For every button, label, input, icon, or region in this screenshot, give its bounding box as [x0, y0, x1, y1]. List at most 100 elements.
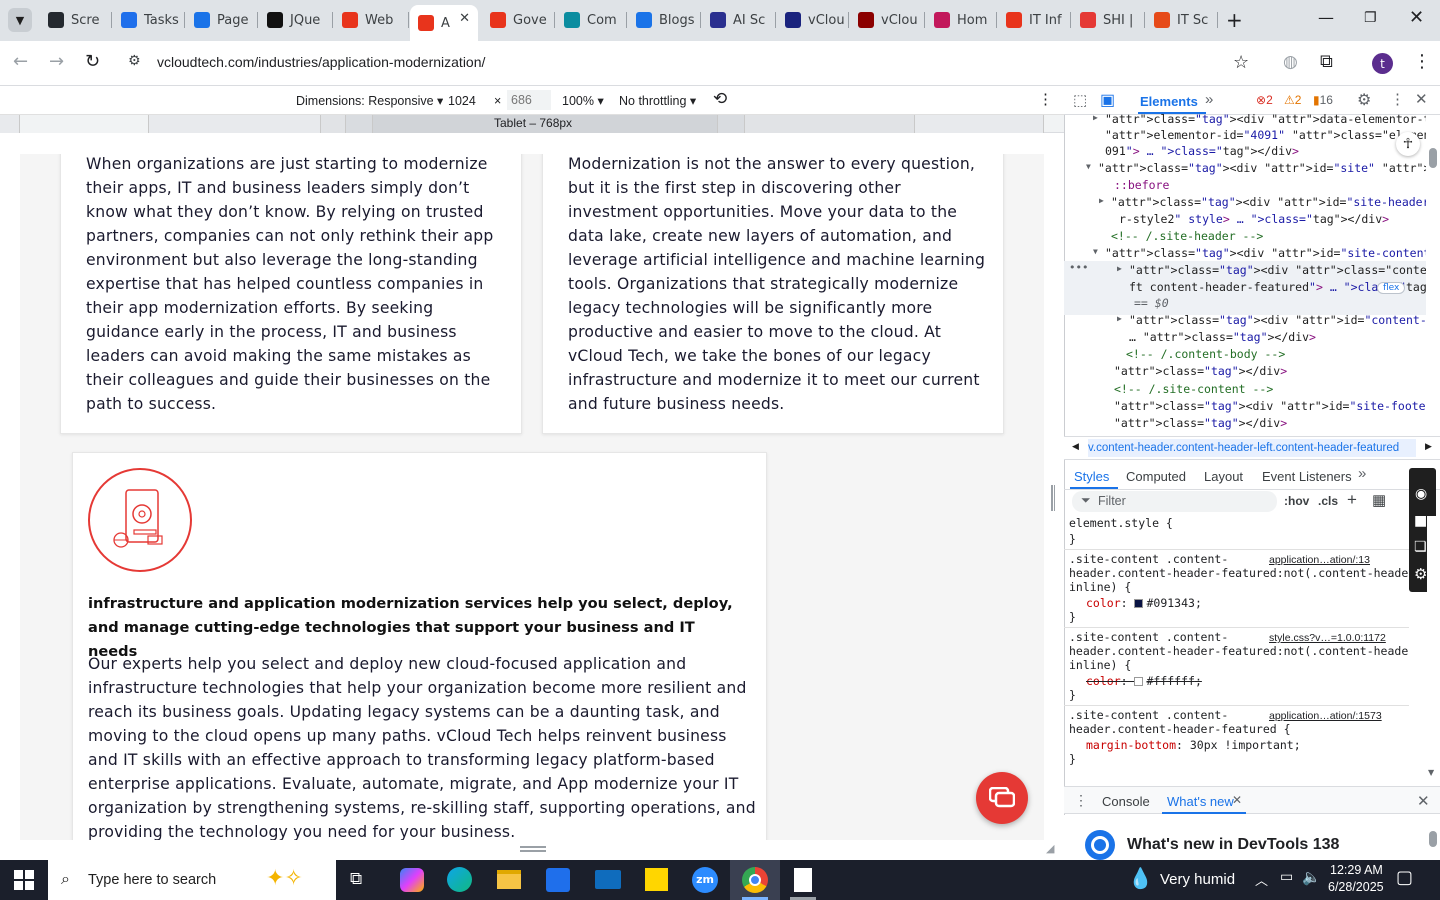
taskbar-search-box[interactable]: ⌕ Type here to search ✦✧ [48, 860, 336, 900]
dom-node-line[interactable]: r-style2" style> … ">class="tag"></div> [1119, 212, 1389, 226]
tab-search-button[interactable]: ▼ [8, 8, 32, 32]
avatar[interactable]: t [1372, 53, 1393, 74]
tab-elements[interactable]: Elements [1140, 94, 1198, 109]
reload-icon[interactable]: ↻ [85, 51, 100, 72]
close-tab-icon[interactable]: ✕ [459, 11, 470, 26]
rule-selector[interactable]: .site-content .content- [1069, 708, 1228, 722]
css-property[interactable]: color [1086, 674, 1121, 688]
split-handle[interactable] [1051, 485, 1055, 511]
close-drawer-icon[interactable]: ✕ [1417, 792, 1430, 810]
browser-tab[interactable]: Com [556, 6, 627, 34]
rule-source-link[interactable]: application…ation/:13 [1269, 554, 1370, 566]
dom-node-line[interactable]: "attr">class="tag"><div "attr">class="co… [1117, 263, 1426, 277]
breadcrumb-path[interactable]: v.content-header.content-header-left.con… [1088, 439, 1416, 457]
expand-arrow-icon[interactable]: ▶ [1117, 314, 1122, 323]
dom-node-line[interactable]: "attr">class="tag"><div "attr">id="site-… [1099, 195, 1426, 209]
tab-layout[interactable]: Layout [1204, 469, 1243, 484]
dom-scrollbar[interactable] [1427, 116, 1439, 434]
camera-icon[interactable]: ◉ [1415, 486, 1427, 502]
tab-console[interactable]: Console [1102, 794, 1150, 809]
expand-arrow-icon[interactable]: ▶ [1099, 196, 1104, 205]
rule-source-link[interactable]: application…ation/:1573 [1269, 710, 1382, 722]
browser-tab[interactable]: SHI | [1072, 6, 1145, 34]
style-declaration[interactable]: color: #091343; [1086, 596, 1202, 610]
browser-tab[interactable]: AI Sc [702, 6, 776, 34]
rule-selector[interactable]: element.style { [1069, 516, 1173, 530]
corner-resize-icon[interactable]: ◢ [1046, 842, 1054, 855]
css-value[interactable]: #091343 [1146, 596, 1194, 610]
dom-node-line[interactable]: "attr">class="tag"><div "attr">id="site-… [1114, 399, 1426, 413]
rule-close[interactable]: } [1069, 752, 1076, 766]
copilot-icon[interactable] [400, 868, 424, 892]
layers-icon[interactable]: ❏ [1414, 539, 1427, 555]
tab-styles[interactable]: Styles [1074, 469, 1109, 484]
zoom-app-icon[interactable]: zm [692, 867, 718, 893]
network-icon[interactable]: ▭ [1280, 869, 1293, 885]
tab-event-listeners[interactable]: Event Listeners [1262, 469, 1352, 484]
chrome-taskbar-icon[interactable] [742, 867, 768, 893]
edge-icon[interactable] [447, 867, 472, 892]
rule-selector[interactable]: inline) { [1069, 658, 1131, 672]
rule-selector[interactable]: .site-content .content- [1069, 630, 1228, 644]
back-arrow-icon[interactable]: ← [13, 51, 28, 72]
tray-chevron-icon[interactable]: ︿ [1255, 870, 1268, 889]
dimensions-select[interactable]: Dimensions: Responsive ▾ [296, 93, 443, 108]
height-input[interactable]: 686 [507, 90, 551, 110]
browser-tab[interactable]: IT Sc [1146, 6, 1218, 34]
dom-tree[interactable]: ••• "attr">class="tag"><div "attr">data-… [1064, 110, 1426, 436]
styles-scrollbar[interactable]: ▼ [1427, 516, 1439, 782]
browser-tab[interactable]: Web [334, 6, 409, 34]
browser-tab[interactable]: IT Inf [998, 6, 1071, 34]
dom-node-line[interactable]: <!-- /.content-body --> [1126, 347, 1285, 361]
inspect-icon[interactable]: ⬚ [1073, 91, 1087, 109]
dom-node-line[interactable]: 091"> … ">class="tag"></div> [1105, 144, 1299, 158]
browser-tab[interactable]: Hom [926, 6, 997, 34]
drawer-menu-icon[interactable]: ⋮ [1074, 792, 1088, 809]
bookmark-star-icon[interactable]: ☆ [1233, 52, 1249, 73]
expand-arrow-icon[interactable]: ▶ [1117, 264, 1122, 273]
rule-selector[interactable]: header.content-header-featured:not(.cont… [1069, 566, 1409, 580]
expand-arrow-icon[interactable]: ▶ [1093, 113, 1098, 122]
weather-text[interactable]: Very humid [1160, 871, 1235, 888]
more-tabs-icon[interactable]: » [1205, 91, 1213, 108]
dom-node-line[interactable]: <!-- /.site-header --> [1111, 229, 1263, 243]
color-swatch[interactable] [1134, 599, 1144, 608]
css-value[interactable]: 30px !important [1190, 738, 1294, 752]
clock-date[interactable]: 6/28/2025 [1328, 880, 1384, 894]
globe-icon[interactable]: ◍ [1283, 52, 1298, 72]
dom-node-line[interactable]: "attr">class="tag"></div> [1114, 416, 1287, 430]
close-tab-icon[interactable]: ✕ [1232, 793, 1242, 807]
browser-menu-icon[interactable]: ⋮ [1413, 51, 1431, 72]
browser-tab[interactable]: A ✕ [410, 5, 478, 41]
browser-tab[interactable]: vClou [777, 6, 849, 34]
browser-tab[interactable]: vClou [850, 6, 925, 34]
style-declaration[interactable]: margin-bottom: 30px !important; [1086, 738, 1301, 752]
notepad-icon[interactable] [794, 868, 812, 892]
rule-close[interactable]: } [1069, 532, 1076, 546]
clock-time[interactable]: 12:29 AM [1330, 863, 1383, 877]
style-declaration[interactable]: color: #ffffff; [1086, 674, 1202, 688]
device-toggle-icon[interactable]: ▣ [1100, 90, 1115, 110]
dom-node-line[interactable]: … "attr">class="tag"></div> [1129, 330, 1316, 344]
cls-toggle[interactable]: .cls [1318, 494, 1338, 508]
drawer-scrollbar[interactable] [1427, 817, 1439, 857]
breadcrumb-left-icon[interactable]: ◀ [1072, 442, 1079, 452]
new-tab-button[interactable]: + [1226, 8, 1243, 32]
throttling-select[interactable]: No throttling ▾ [619, 93, 696, 108]
url-text[interactable]: vcloudtech.com/industries/application-mo… [157, 54, 485, 70]
browser-tab[interactable]: Blogs [628, 6, 701, 34]
hov-toggle[interactable]: :hov [1284, 494, 1309, 508]
sticky-notes-icon[interactable] [645, 868, 668, 891]
close-devtools-icon[interactable]: ✕ [1415, 90, 1428, 108]
task-view-icon[interactable]: ⧉ [350, 869, 362, 889]
video-icon[interactable]: ■ [1414, 513, 1427, 529]
dom-node-line[interactable]: "attr">class="tag"></div> [1114, 364, 1287, 378]
weather-icon[interactable]: 💧 [1128, 866, 1153, 890]
issues-count-icon[interactable]: ▮16 [1313, 93, 1333, 107]
rule-selector[interactable]: header.content-header-featured:not(.cont… [1069, 644, 1409, 658]
dom-node-line[interactable]: ::before [1114, 178, 1169, 192]
side-settings-icon[interactable]: ⚙ [1414, 565, 1427, 583]
browser-tab[interactable]: Tasks [113, 6, 185, 34]
error-count-icon[interactable]: ⊗2 [1256, 93, 1273, 107]
file-explorer-icon[interactable] [497, 870, 521, 889]
